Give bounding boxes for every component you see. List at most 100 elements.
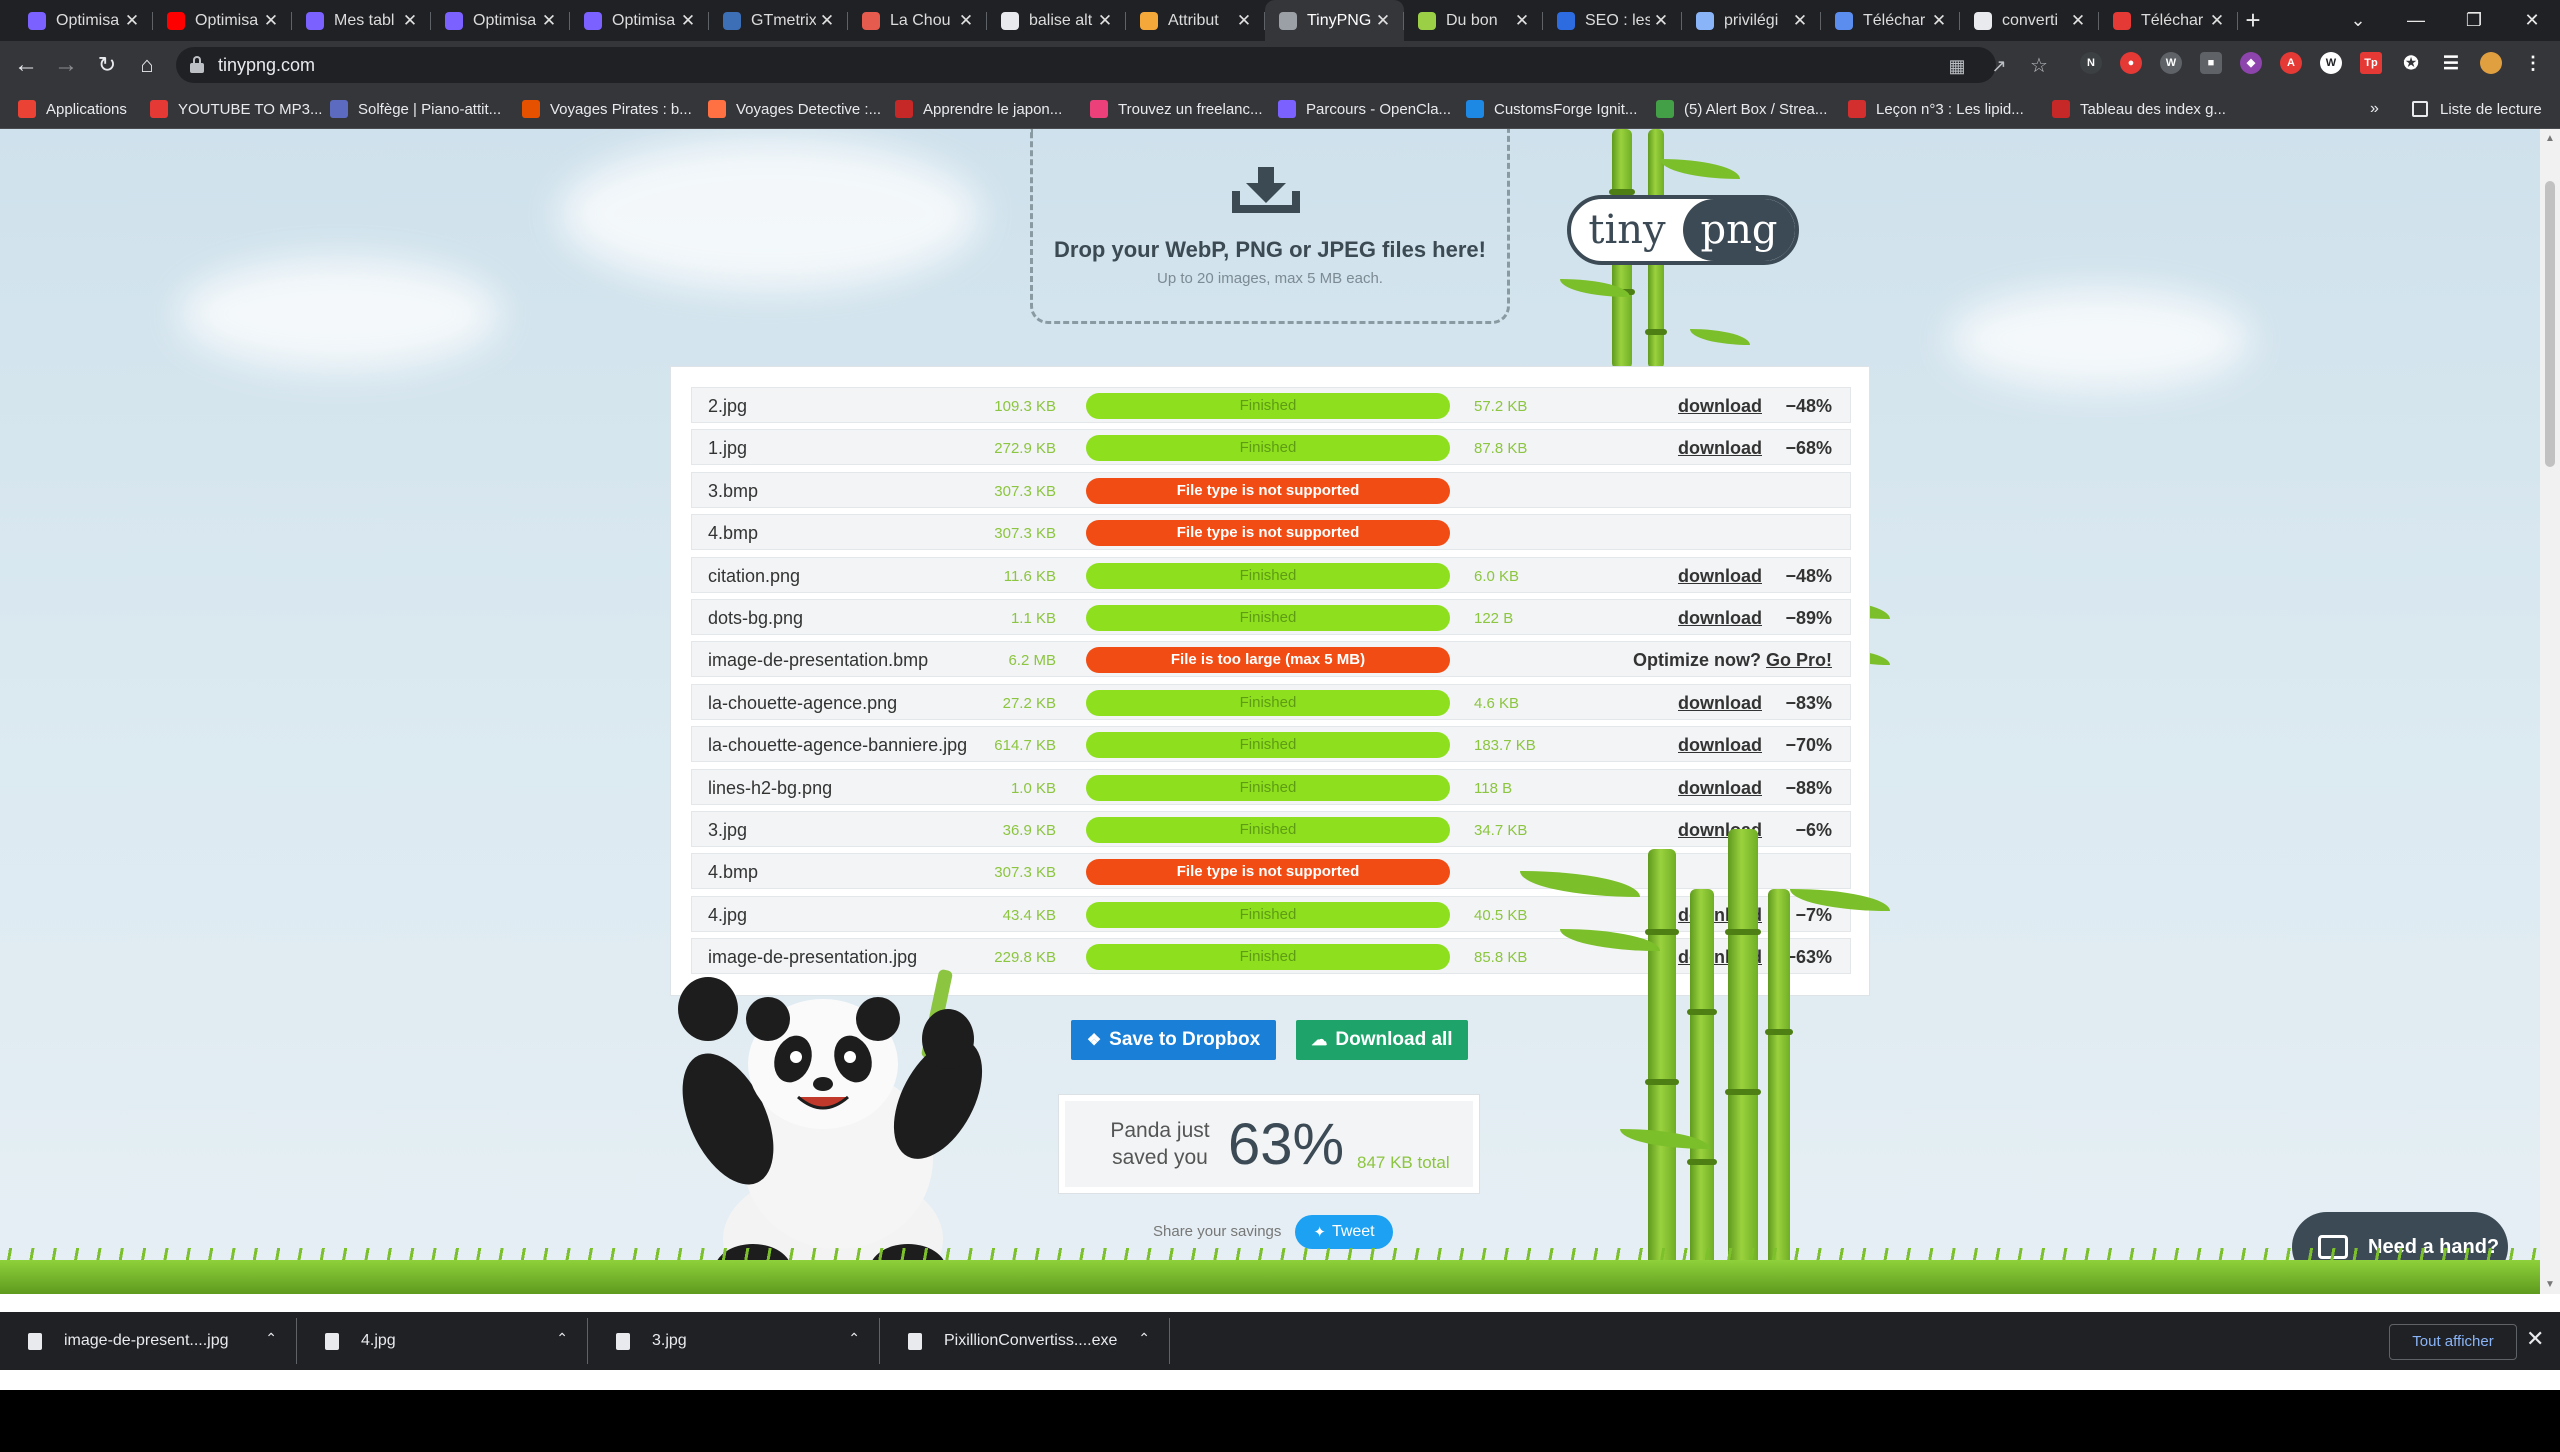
extension-wordpress-icon[interactable]: W <box>2160 52 2182 74</box>
tab[interactable]: balise alt ✕ <box>987 0 1126 41</box>
download-link[interactable]: download <box>1678 438 1762 459</box>
download-link[interactable]: download <box>1678 608 1762 629</box>
tab-close-icon[interactable]: ✕ <box>1233 11 1255 31</box>
download-item[interactable]: 3.jpg ⌃ <box>588 1312 880 1370</box>
download-all-button[interactable]: ☁ Download all <box>1296 1020 1468 1060</box>
reading-list-button[interactable]: Liste de lecture <box>2412 89 2542 129</box>
download-link[interactable]: download <box>1678 566 1762 587</box>
tab[interactable]: SEO : les ✕ <box>1543 0 1682 41</box>
lock-icon[interactable] <box>190 56 204 73</box>
download-link[interactable]: download <box>1678 735 1762 756</box>
tab-close-icon[interactable]: ✕ <box>399 11 421 31</box>
tab[interactable]: La Chou ✕ <box>848 0 987 41</box>
extension-purple-icon[interactable]: ◆ <box>2240 52 2262 74</box>
extension-w-icon[interactable]: W <box>2320 52 2342 74</box>
tab-close-icon[interactable]: ✕ <box>816 11 838 31</box>
tab-close-icon[interactable]: ✕ <box>955 11 977 31</box>
profile-avatar[interactable] <box>2480 52 2502 74</box>
extension-red-icon[interactable]: ● <box>2120 52 2142 74</box>
close-shelf-icon[interactable]: ✕ <box>2526 1326 2544 1352</box>
tab-close-icon[interactable]: ✕ <box>1650 11 1672 31</box>
show-all-downloads-button[interactable]: Tout afficher <box>2389 1324 2517 1360</box>
menu-kebab-icon[interactable]: ⋮ <box>2522 52 2544 74</box>
tab[interactable]: converti ✕ <box>1960 0 2099 41</box>
tab[interactable]: Optimisa ✕ <box>153 0 292 41</box>
extension-square-icon[interactable]: ■ <box>2200 52 2222 74</box>
scroll-down-icon[interactable]: ▼ <box>2540 1279 2560 1290</box>
tab[interactable]: Optimisa ✕ <box>431 0 570 41</box>
bookmark-item[interactable]: Voyages Pirates : b... <box>522 89 692 129</box>
bookmark-item[interactable]: Leçon n°3 : Les lipid... <box>1848 89 2024 129</box>
tab-close-icon[interactable]: ✕ <box>1928 11 1950 31</box>
bookmark-star-icon[interactable]: ☆ <box>2028 55 2050 77</box>
bookmark-item[interactable]: Voyages Detective :... <box>708 89 881 129</box>
tab[interactable]: GTmetrix ✕ <box>709 0 848 41</box>
bookmark-item[interactable]: Parcours - OpenCla... <box>1278 89 1451 129</box>
home-icon[interactable]: ⌂ <box>131 49 163 81</box>
tab-close-icon[interactable]: ✕ <box>121 11 143 31</box>
download-item[interactable]: PixillionConvertiss....exe ⌃ <box>880 1312 1170 1370</box>
tab[interactable]: Téléchar ✕ <box>2099 0 2238 41</box>
download-link[interactable]: download <box>1678 396 1762 417</box>
tab-close-icon[interactable]: ✕ <box>538 11 560 31</box>
tab[interactable]: TinyPNG ✕ <box>1265 0 1404 41</box>
address-bar[interactable]: tinypng.com ▦ ↗ ☆ <box>176 47 2048 83</box>
tab[interactable]: Attribut ✕ <box>1126 0 1265 41</box>
tab-close-icon[interactable]: ✕ <box>2206 11 2228 31</box>
extension-adblock-icon[interactable]: A <box>2280 52 2302 74</box>
chevron-up-icon[interactable]: ⌃ <box>848 1330 860 1347</box>
tab-close-icon[interactable]: ✕ <box>677 11 699 31</box>
chevron-up-icon[interactable]: ⌃ <box>1138 1330 1150 1347</box>
tab-close-icon[interactable]: ✕ <box>1372 11 1394 31</box>
download-item[interactable]: image-de-present....jpg ⌃ <box>0 1312 297 1370</box>
scrollbar-thumb[interactable] <box>2545 181 2555 467</box>
translate-icon[interactable]: ▦ <box>1946 55 1968 77</box>
bookmark-item[interactable]: (5) Alert Box / Strea... <box>1656 89 1827 129</box>
download-link[interactable]: download <box>1678 778 1762 799</box>
tab[interactable]: Du bon ✕ <box>1404 0 1543 41</box>
tab[interactable]: Optimisa ✕ <box>570 0 709 41</box>
tab-close-icon[interactable]: ✕ <box>1789 11 1811 31</box>
bookmarks-overflow-icon[interactable]: » <box>2370 89 2379 129</box>
tab-close-icon[interactable]: ✕ <box>2067 11 2089 31</box>
bookmark-item[interactable]: YOUTUBE TO MP3... <box>150 89 322 129</box>
bookmark-item[interactable]: Applications <box>18 89 127 129</box>
page-scrollbar[interactable]: ▲ ▼ <box>2540 129 2560 1294</box>
scroll-up-icon[interactable]: ▲ <box>2540 133 2560 144</box>
tab[interactable]: privilégi ✕ <box>1682 0 1821 41</box>
bookmark-item[interactable]: CustomsForge Ignit... <box>1466 89 1637 129</box>
extensions-puzzle-icon[interactable]: ✪ <box>2400 52 2422 74</box>
download-item[interactable]: 4.jpg ⌃ <box>297 1312 588 1370</box>
tweet-button[interactable]: ✦ Tweet <box>1295 1215 1393 1249</box>
save-to-dropbox-button[interactable]: ❖ Save to Dropbox <box>1071 1020 1276 1060</box>
share-icon[interactable]: ↗ <box>1988 55 2010 77</box>
reading-list-icon[interactable]: ☰ <box>2440 52 2462 74</box>
minimize-icon[interactable]: — <box>2388 0 2444 41</box>
new-tab-icon[interactable]: + <box>2238 0 2268 41</box>
go-pro-link[interactable]: Go Pro! <box>1766 650 1832 670</box>
close-window-icon[interactable]: ✕ <box>2504 0 2560 41</box>
bookmark-item[interactable]: Apprendre le japon... <box>895 89 1062 129</box>
tab-close-icon[interactable]: ✕ <box>260 11 282 31</box>
bookmark-item[interactable]: Tableau des index g... <box>2052 89 2226 129</box>
back-icon[interactable]: ← <box>10 49 42 81</box>
bookmark-item[interactable]: Solfège | Piano-attit... <box>330 89 501 129</box>
tab-search-icon[interactable]: ⌄ <box>2330 0 2386 41</box>
tinypng-logo[interactable]: tiny png <box>1567 195 1799 265</box>
restore-icon[interactable]: ❐ <box>2446 0 2502 41</box>
reload-icon[interactable]: ↻ <box>91 49 123 81</box>
tab-close-icon[interactable]: ✕ <box>1094 11 1116 31</box>
bookmark-item[interactable]: Trouvez un freelanc... <box>1090 89 1263 129</box>
chevron-up-icon[interactable]: ⌃ <box>556 1330 568 1347</box>
file-drop-zone[interactable]: Drop your WebP, PNG or JPEG files here! … <box>1030 129 1510 324</box>
tab-close-icon[interactable]: ✕ <box>1511 11 1533 31</box>
tab[interactable]: Optimisa ✕ <box>14 0 153 41</box>
tab[interactable]: Téléchar ✕ <box>1821 0 1960 41</box>
download-link[interactable]: download <box>1678 693 1762 714</box>
chevron-up-icon[interactable]: ⌃ <box>265 1330 277 1347</box>
forward-icon[interactable]: → <box>50 49 82 81</box>
tab[interactable]: Mes tabl ✕ <box>292 0 431 41</box>
extension-new-icon[interactable]: N <box>2080 52 2102 74</box>
url-text[interactable]: tinypng.com <box>218 55 315 76</box>
extension-tp-icon[interactable]: Tp <box>2360 52 2382 74</box>
